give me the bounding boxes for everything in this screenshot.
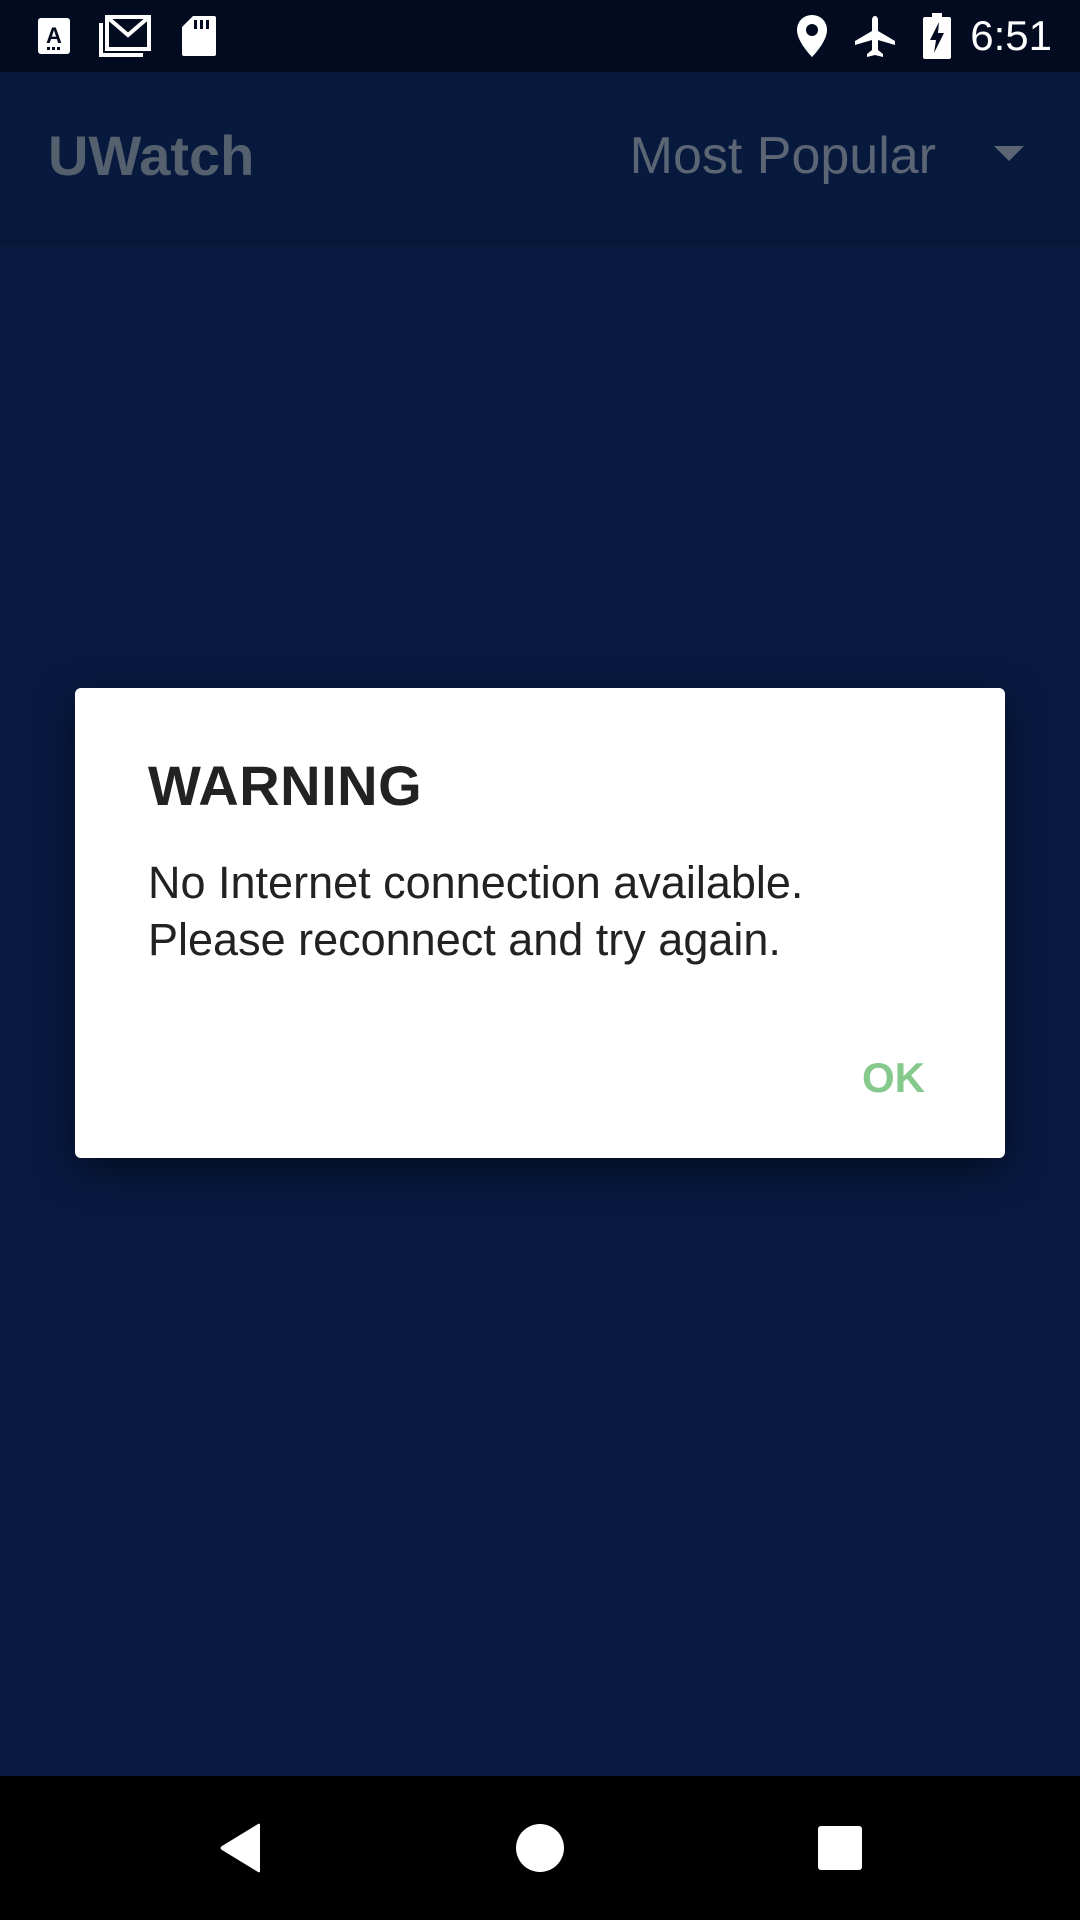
recents-icon[interactable] xyxy=(810,1818,870,1878)
dialog-message: No Internet connection available. Please… xyxy=(148,857,804,965)
ok-button[interactable]: OK xyxy=(862,1052,925,1104)
back-icon[interactable] xyxy=(210,1818,270,1878)
status-time: 6:51 xyxy=(970,12,1052,59)
app-bar: UWatch Most Popular xyxy=(0,72,1080,240)
home-icon[interactable] xyxy=(510,1818,570,1878)
dropdown-arrow-icon xyxy=(994,146,1024,161)
navigation-bar xyxy=(0,1776,1080,1920)
gmail-icon xyxy=(98,14,152,58)
sort-dropdown[interactable]: Most Popular xyxy=(620,112,1080,200)
sd-card-icon xyxy=(180,14,218,58)
text-a-icon: A xyxy=(36,14,72,58)
status-bar: A 6:51 xyxy=(0,0,1080,72)
battery-charging-icon xyxy=(922,13,952,59)
app-bar-shadow xyxy=(0,240,1080,252)
location-icon xyxy=(794,14,830,58)
screen: A 6:51 UWatch Most Popular WARNING No In… xyxy=(0,0,1080,1920)
app-title: UWatch xyxy=(48,124,255,187)
warning-dialog: WARNING No Internet connection available… xyxy=(75,688,1005,1158)
airplane-mode-icon xyxy=(852,14,898,58)
dialog-title: WARNING xyxy=(148,754,423,817)
sort-dropdown-label: Most Popular xyxy=(629,127,936,185)
svg-text:A: A xyxy=(46,23,62,48)
